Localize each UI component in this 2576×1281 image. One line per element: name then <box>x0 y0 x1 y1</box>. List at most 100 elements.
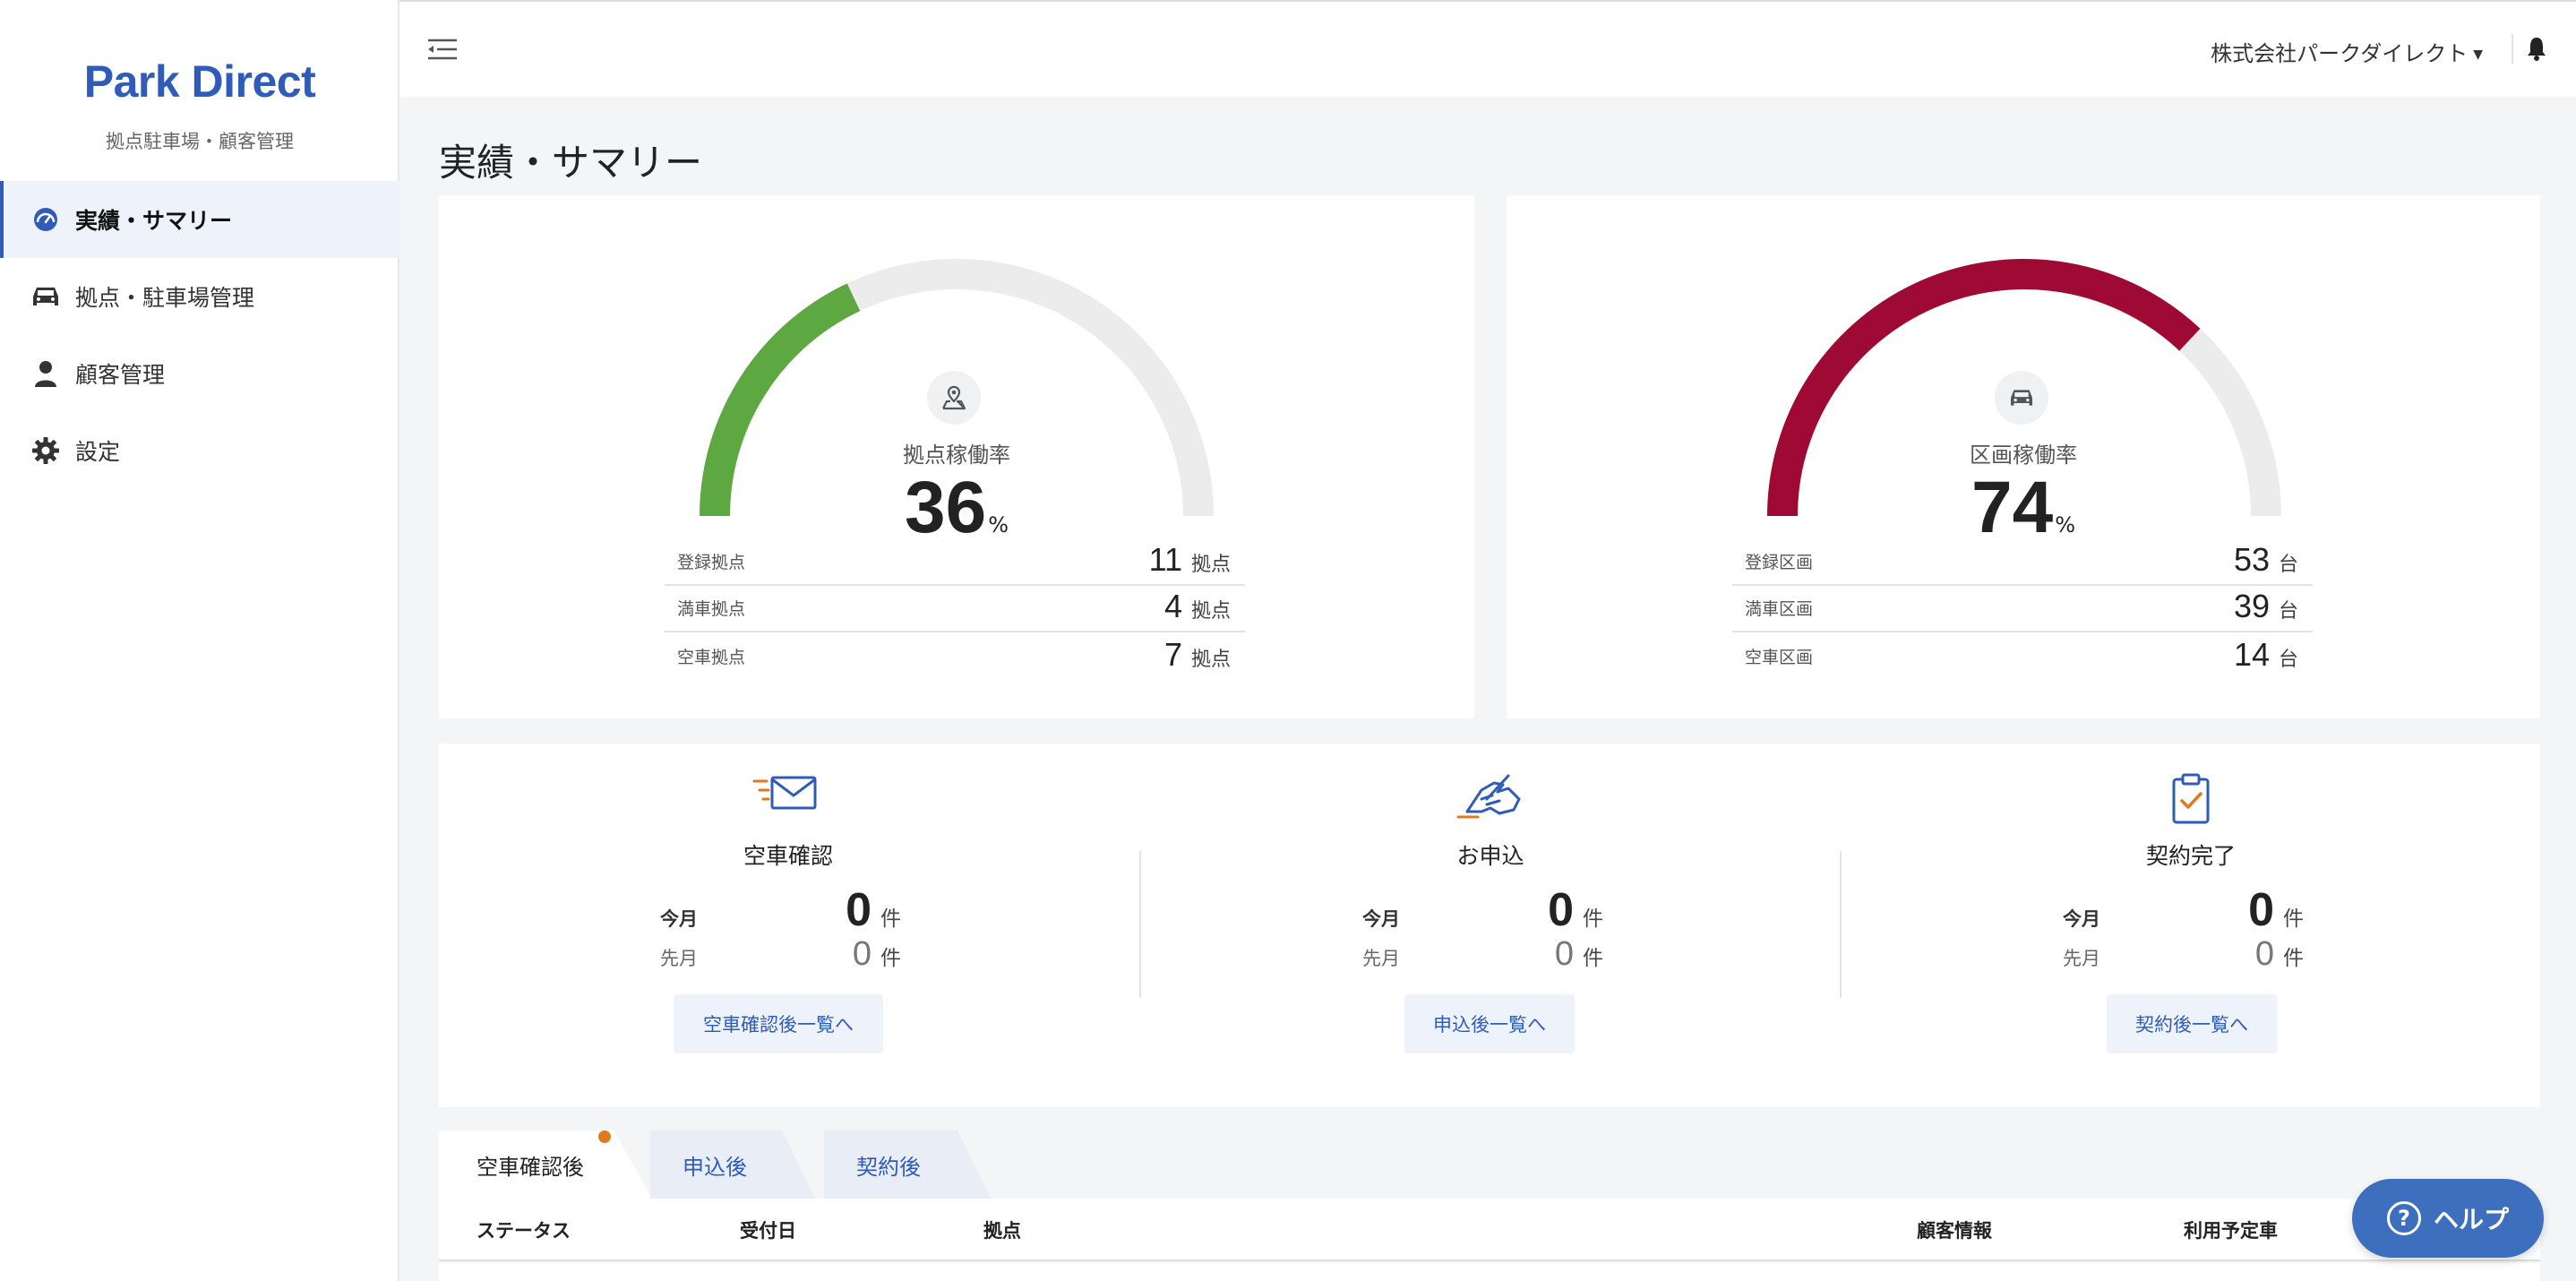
gauge-label: 区画稼働率 <box>1970 443 2077 468</box>
stat-label: 空車拠点 <box>677 648 746 667</box>
summary-title: 空車確認 <box>743 843 833 869</box>
column-site[interactable]: 拠点 <box>983 1217 1021 1243</box>
stat-label: 空車区画 <box>1745 648 1814 667</box>
table-row: 空車区画 14 台 <box>1732 632 2313 679</box>
gauge-number: 74 <box>1971 467 2054 548</box>
gear-icon <box>30 435 61 466</box>
stat-value: 39 <box>2233 588 2270 624</box>
summary-value: 0 <box>852 935 872 973</box>
tab-label: 申込後 <box>683 1154 747 1180</box>
sidebar-item-label: 拠点・駐車場管理 <box>75 285 255 311</box>
summary-label: 先月 <box>660 948 698 969</box>
summary-label: 先月 <box>1362 948 1400 969</box>
application-list-button[interactable]: 申込後一覧へ <box>1404 994 1575 1053</box>
summary-this-month: 今月 0 件 <box>1141 883 1840 937</box>
tab-vacancy[interactable]: 空車確認後 <box>439 1131 652 1199</box>
table-body <box>439 1263 2540 1281</box>
sidebar-item-parking[interactable]: 拠点・駐車場管理 <box>0 258 399 335</box>
sidebar-item-label: 設定 <box>75 439 121 465</box>
stat-value: 14 <box>2233 636 2270 673</box>
summary-last-month: 先月 0 件 <box>1141 935 1840 974</box>
stat-label: 登録区画 <box>1745 553 1814 572</box>
company-name: 株式会社パークダイレクト <box>2211 41 2469 66</box>
stat-unit: 台 <box>2278 554 2298 576</box>
tab-label: 契約後 <box>856 1154 921 1180</box>
summary-label: 先月 <box>2063 948 2100 969</box>
chevron-down-icon: ▼ <box>2473 47 2483 62</box>
summary-value: 0 <box>1548 884 1574 936</box>
summary-unit: 件 <box>880 947 901 970</box>
sidebar-item-summary[interactable]: 実績・サマリー <box>0 181 399 258</box>
stat-label: 満車区画 <box>1745 599 1814 619</box>
gauge-value: 74% <box>1507 466 2540 550</box>
car-icon <box>30 281 61 312</box>
contract-list-button[interactable]: 契約後一覧へ <box>2107 994 2277 1053</box>
summary-unit: 件 <box>1583 947 1603 970</box>
handshake-icon <box>1141 772 1840 826</box>
gauge-card-sites: 拠点稼働率 36% 登録拠点 11 拠点 満車拠点 4 拠点 空車拠点 7 拠点 <box>439 195 1474 718</box>
summary-title: 契約完了 <box>2145 843 2236 869</box>
brand-subtitle: 拠点駐車場・顧客管理 <box>106 131 294 152</box>
table-row: 満車拠点 4 拠点 <box>665 586 1245 632</box>
summary-value: 0 <box>846 884 872 936</box>
column-customer[interactable]: 顧客情報 <box>1917 1217 1992 1243</box>
stat-label: 登録拠点 <box>677 553 746 572</box>
gauge-card-spaces: 区画稼働率 74% 登録区画 53 台 満車区画 39 台 空車区画 14 台 <box>1507 195 2540 718</box>
sidebar-item-label: 顧客管理 <box>75 362 166 388</box>
user-icon <box>30 358 61 389</box>
summary-this-month: 今月 0 件 <box>439 883 1138 937</box>
company-dropdown[interactable]: 株式会社パークダイレクト ▼ <box>2211 36 2483 67</box>
summary-value: 0 <box>2254 935 2274 973</box>
divider <box>2512 34 2513 64</box>
stat-label: 満車拠点 <box>677 599 746 619</box>
tab-application[interactable]: 申込後 <box>650 1131 815 1199</box>
stat-unit: 拠点 <box>1190 649 1231 671</box>
column-status[interactable]: ステータス <box>477 1217 571 1243</box>
menu-collapse-icon[interactable] <box>426 38 462 64</box>
summary-card: 空車確認 今月 0 件 先月 0 件 空車確認後一覧へ お申込 今月 0 件 先… <box>439 744 2540 1107</box>
table-header: ステータス 受付日 拠点 顧客情報 利用予定車 <box>439 1199 2540 1261</box>
bell-icon[interactable] <box>2526 36 2549 63</box>
site-stats: 登録拠点 11 拠点 満車拠点 4 拠点 空車拠点 7 拠点 <box>665 539 1245 679</box>
summary-this-month: 今月 0 件 <box>1842 883 2540 937</box>
stat-value: 7 <box>1163 636 1182 673</box>
page-title: 実績・サマリー <box>439 141 703 185</box>
gauge-unit: % <box>988 512 1009 537</box>
summary-label: 今月 <box>2063 908 2100 930</box>
summary-label: 今月 <box>1362 908 1400 930</box>
stat-unit: 台 <box>2278 649 2298 671</box>
brand-logo[interactable]: Park Direct <box>0 56 399 107</box>
tab-bar: 空車確認後 申込後 契約後 <box>439 1131 2540 1199</box>
stat-unit: 拠点 <box>1190 600 1231 623</box>
top-bar: 株式会社パークダイレクト ▼ <box>399 0 2576 97</box>
column-received-date[interactable]: 受付日 <box>740 1217 796 1243</box>
mail-icon <box>439 772 1138 821</box>
column-vehicle[interactable]: 利用予定車 <box>2184 1217 2278 1243</box>
table-row: 空車拠点 7 拠点 <box>665 632 1245 679</box>
help-button[interactable]: ? ヘルプ <box>2352 1179 2544 1258</box>
summary-application: お申込 今月 0 件 先月 0 件 申込後一覧へ <box>1141 744 1840 1107</box>
summary-last-month: 先月 0 件 <box>439 935 1138 974</box>
summary-unit: 件 <box>880 907 901 931</box>
summary-last-month: 先月 0 件 <box>1842 935 2540 974</box>
summary-label: 今月 <box>660 908 698 930</box>
table-row: 登録区画 53 台 <box>1732 539 2313 586</box>
sidebar-item-customers[interactable]: 顧客管理 <box>0 335 399 412</box>
stat-unit: 拠点 <box>1190 554 1231 576</box>
vacancy-list-button[interactable]: 空車確認後一覧へ <box>674 994 883 1053</box>
sidebar-item-settings[interactable]: 設定 <box>0 412 399 489</box>
summary-unit: 件 <box>2283 907 2304 931</box>
summary-contract: 契約完了 今月 0 件 先月 0 件 契約後一覧へ <box>1842 744 2540 1107</box>
gauge-label: 拠点稼働率 <box>903 443 1010 468</box>
summary-value: 0 <box>1554 935 1574 973</box>
notification-dot <box>598 1131 611 1143</box>
map-pin-icon <box>927 371 981 425</box>
dashboard-icon <box>30 204 61 235</box>
tab-contract[interactable]: 契約後 <box>824 1131 991 1199</box>
tab-label: 空車確認後 <box>477 1154 584 1180</box>
help-icon: ? <box>2386 1201 2421 1235</box>
space-stats: 登録区画 53 台 満車区画 39 台 空車区画 14 台 <box>1732 539 2313 679</box>
summary-unit: 件 <box>1583 907 1603 931</box>
car-icon <box>1995 371 2048 425</box>
summary-vacancy: 空車確認 今月 0 件 先月 0 件 空車確認後一覧へ <box>439 744 1138 1107</box>
